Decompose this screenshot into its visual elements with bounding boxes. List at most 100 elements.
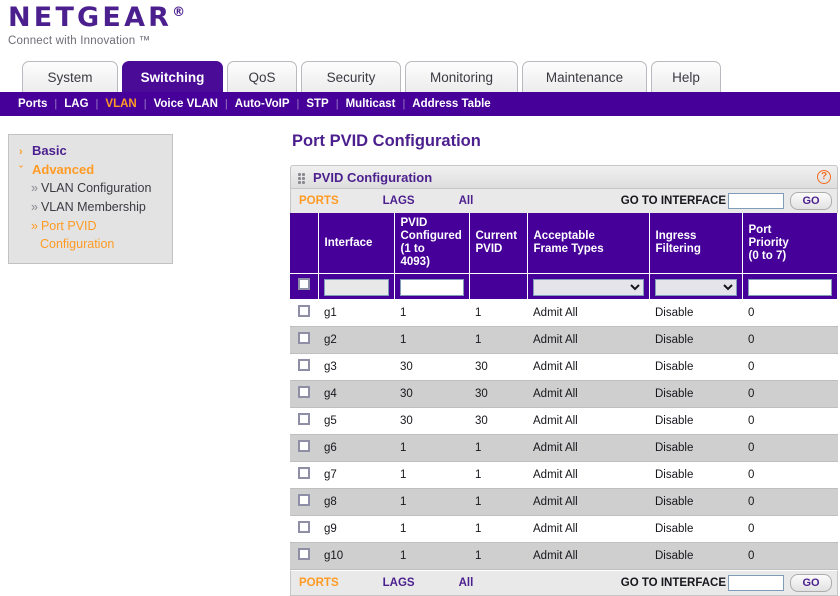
col-aft-line2: Frame Types (533, 243, 604, 255)
cell-interface: g6 (318, 434, 394, 462)
cell-current-pvid: 30 (469, 407, 527, 435)
column-header-ingress-filtering: Ingress Filtering (649, 213, 743, 274)
table-row[interactable]: g7 1 1 Admit All Disable 0 (290, 461, 838, 489)
main-content: Port PVID Configuration PVID Configurati… (290, 132, 838, 596)
cell-pvid-configured: 1 (394, 488, 469, 516)
tab-system[interactable]: System (22, 61, 118, 93)
tab-qos[interactable]: QoS (227, 61, 297, 93)
sidebar-item-vlan-membership-label: VLAN Membership (40, 200, 146, 214)
subnav-item-lag[interactable]: LAG (64, 98, 88, 110)
edit-port-priority-input[interactable] (747, 278, 832, 296)
table-row[interactable]: g6 1 1 Admit All Disable 0 (290, 434, 838, 462)
page-title: Port PVID Configuration (292, 132, 481, 150)
row-select-checkbox[interactable] (298, 304, 310, 317)
cell-port-priority: 0 (742, 326, 838, 354)
filter-all-top[interactable]: All (459, 195, 474, 207)
subnav-item-vlan[interactable]: VLAN (105, 98, 136, 110)
cell-port-priority: 0 (742, 299, 838, 327)
edit-current-pvid-cell (469, 273, 528, 300)
tab-maintenance[interactable]: Maintenance (522, 61, 647, 93)
edit-priority-cell (742, 273, 838, 300)
filter-ports-bottom[interactable]: PORTS (299, 577, 339, 589)
edit-interface-input[interactable] (323, 278, 389, 296)
row-select-checkbox[interactable] (298, 385, 310, 398)
subnav-item-ports[interactable]: Ports (18, 98, 47, 110)
row-select-cell (290, 542, 318, 570)
sidebar-item-port-pvid-configuration[interactable]: » Port PVID (9, 217, 172, 236)
sidebar-item-port-pvid-label-continued[interactable]: Configuration (9, 236, 172, 254)
row-select-cell (290, 461, 318, 489)
sidebar-item-basic[interactable]: › Basic (9, 141, 172, 160)
brand-trademark: ® (172, 5, 189, 20)
table-row[interactable]: g10 1 1 Admit All Disable 0 (290, 542, 838, 570)
tab-monitoring[interactable]: Monitoring (405, 61, 518, 93)
chevron-down-icon: ˇ (19, 165, 23, 177)
cell-interface: g3 (318, 353, 394, 381)
row-select-checkbox[interactable] (298, 547, 310, 560)
cell-ingress-filtering: Disable (649, 353, 742, 381)
col-prio-line3: (0 to 7) (748, 249, 787, 262)
goto-interface-input-top[interactable] (728, 193, 784, 209)
sidebar-item-vlan-membership[interactable]: » VLAN Membership (9, 198, 172, 217)
edit-acceptable-frame-types-select[interactable]: Admit AllVLAN OnlyAdmit Untagged Only (532, 278, 644, 296)
tab-switching[interactable]: Switching (122, 61, 223, 93)
sidebar-item-advanced[interactable]: ˇ Advanced (9, 160, 172, 179)
row-select-checkbox[interactable] (298, 412, 310, 425)
column-header-select-all (290, 213, 319, 274)
cell-port-priority: 0 (742, 488, 838, 516)
subnav-item-voice-vlan[interactable]: Voice VLAN (154, 98, 218, 110)
edit-ingress-filtering-select[interactable]: EnableDisable (654, 278, 737, 296)
col-ingress-line1: Ingress (655, 230, 697, 242)
table-row[interactable]: g8 1 1 Admit All Disable 0 (290, 488, 838, 516)
table-row[interactable]: g9 1 1 Admit All Disable 0 (290, 515, 838, 543)
cell-current-pvid: 1 (469, 542, 527, 570)
edit-frame-types-cell: Admit AllVLAN OnlyAdmit Untagged Only (527, 273, 650, 300)
goto-interface-input-bottom[interactable] (728, 574, 784, 591)
table-row[interactable]: g1 1 1 Admit All Disable 0 (290, 299, 838, 327)
sidebar-item-vlan-configuration[interactable]: » VLAN Configuration (9, 179, 172, 198)
row-select-checkbox[interactable] (298, 358, 310, 371)
row-select-checkbox[interactable] (298, 331, 310, 344)
edit-interface-cell (318, 273, 395, 300)
filter-lags-bottom[interactable]: LAGS (383, 577, 415, 589)
col-aft-line1: Acceptable (533, 230, 595, 242)
filter-lags-top[interactable]: LAGS (383, 195, 415, 207)
subnav-item-address-table[interactable]: Address Table (412, 98, 490, 110)
edit-pvid-input[interactable] (399, 278, 464, 296)
cell-acceptable-frame-types: Admit All (527, 407, 649, 435)
go-button-bottom[interactable]: GO (790, 573, 832, 592)
filter-ports-top[interactable]: PORTS (299, 195, 339, 207)
row-select-cell (290, 299, 318, 327)
table-row[interactable]: g3 30 30 Admit All Disable 0 (290, 353, 838, 381)
table-row[interactable]: g5 30 30 Admit All Disable 0 (290, 407, 838, 435)
double-chevron-icon: » (31, 181, 38, 195)
col-prio-line1: Port (748, 223, 772, 236)
cell-interface: g1 (318, 299, 394, 327)
row-select-checkbox[interactable] (298, 493, 310, 506)
table-row[interactable]: g4 30 30 Admit All Disable 0 (290, 380, 838, 408)
help-icon[interactable]: ? (817, 170, 831, 184)
cell-current-pvid: 1 (469, 461, 527, 489)
filter-all-bottom[interactable]: All (459, 577, 474, 589)
subnav-item-multicast[interactable]: Multicast (346, 98, 396, 110)
cell-current-pvid: 30 (469, 353, 527, 381)
cell-ingress-filtering: Disable (649, 488, 742, 516)
row-select-checkbox[interactable] (298, 439, 310, 452)
tab-help[interactable]: Help (651, 61, 721, 93)
subnav-item-stp[interactable]: STP (306, 98, 328, 110)
brand-name-text: NETGEAR (8, 2, 173, 33)
column-header-port-priority: Port Priority (0 to 7) (742, 213, 838, 274)
cell-acceptable-frame-types: Admit All (527, 434, 649, 462)
row-select-checkbox[interactable] (298, 466, 310, 479)
tab-security[interactable]: Security (301, 61, 401, 93)
cell-pvid-configured: 1 (394, 515, 469, 543)
go-button-top[interactable]: GO (790, 192, 832, 210)
table-row[interactable]: g2 1 1 Admit All Disable 0 (290, 326, 838, 354)
row-select-checkbox[interactable] (298, 520, 310, 533)
subnav-item-auto-voip[interactable]: Auto-VoIP (235, 98, 290, 110)
select-all-checkbox[interactable] (297, 278, 310, 291)
row-select-cell (290, 515, 318, 543)
grip-dots-icon[interactable] (298, 172, 307, 184)
cell-pvid-configured: 1 (394, 461, 469, 489)
sidebar-item-vlan-configuration-label: VLAN Configuration (40, 181, 152, 195)
